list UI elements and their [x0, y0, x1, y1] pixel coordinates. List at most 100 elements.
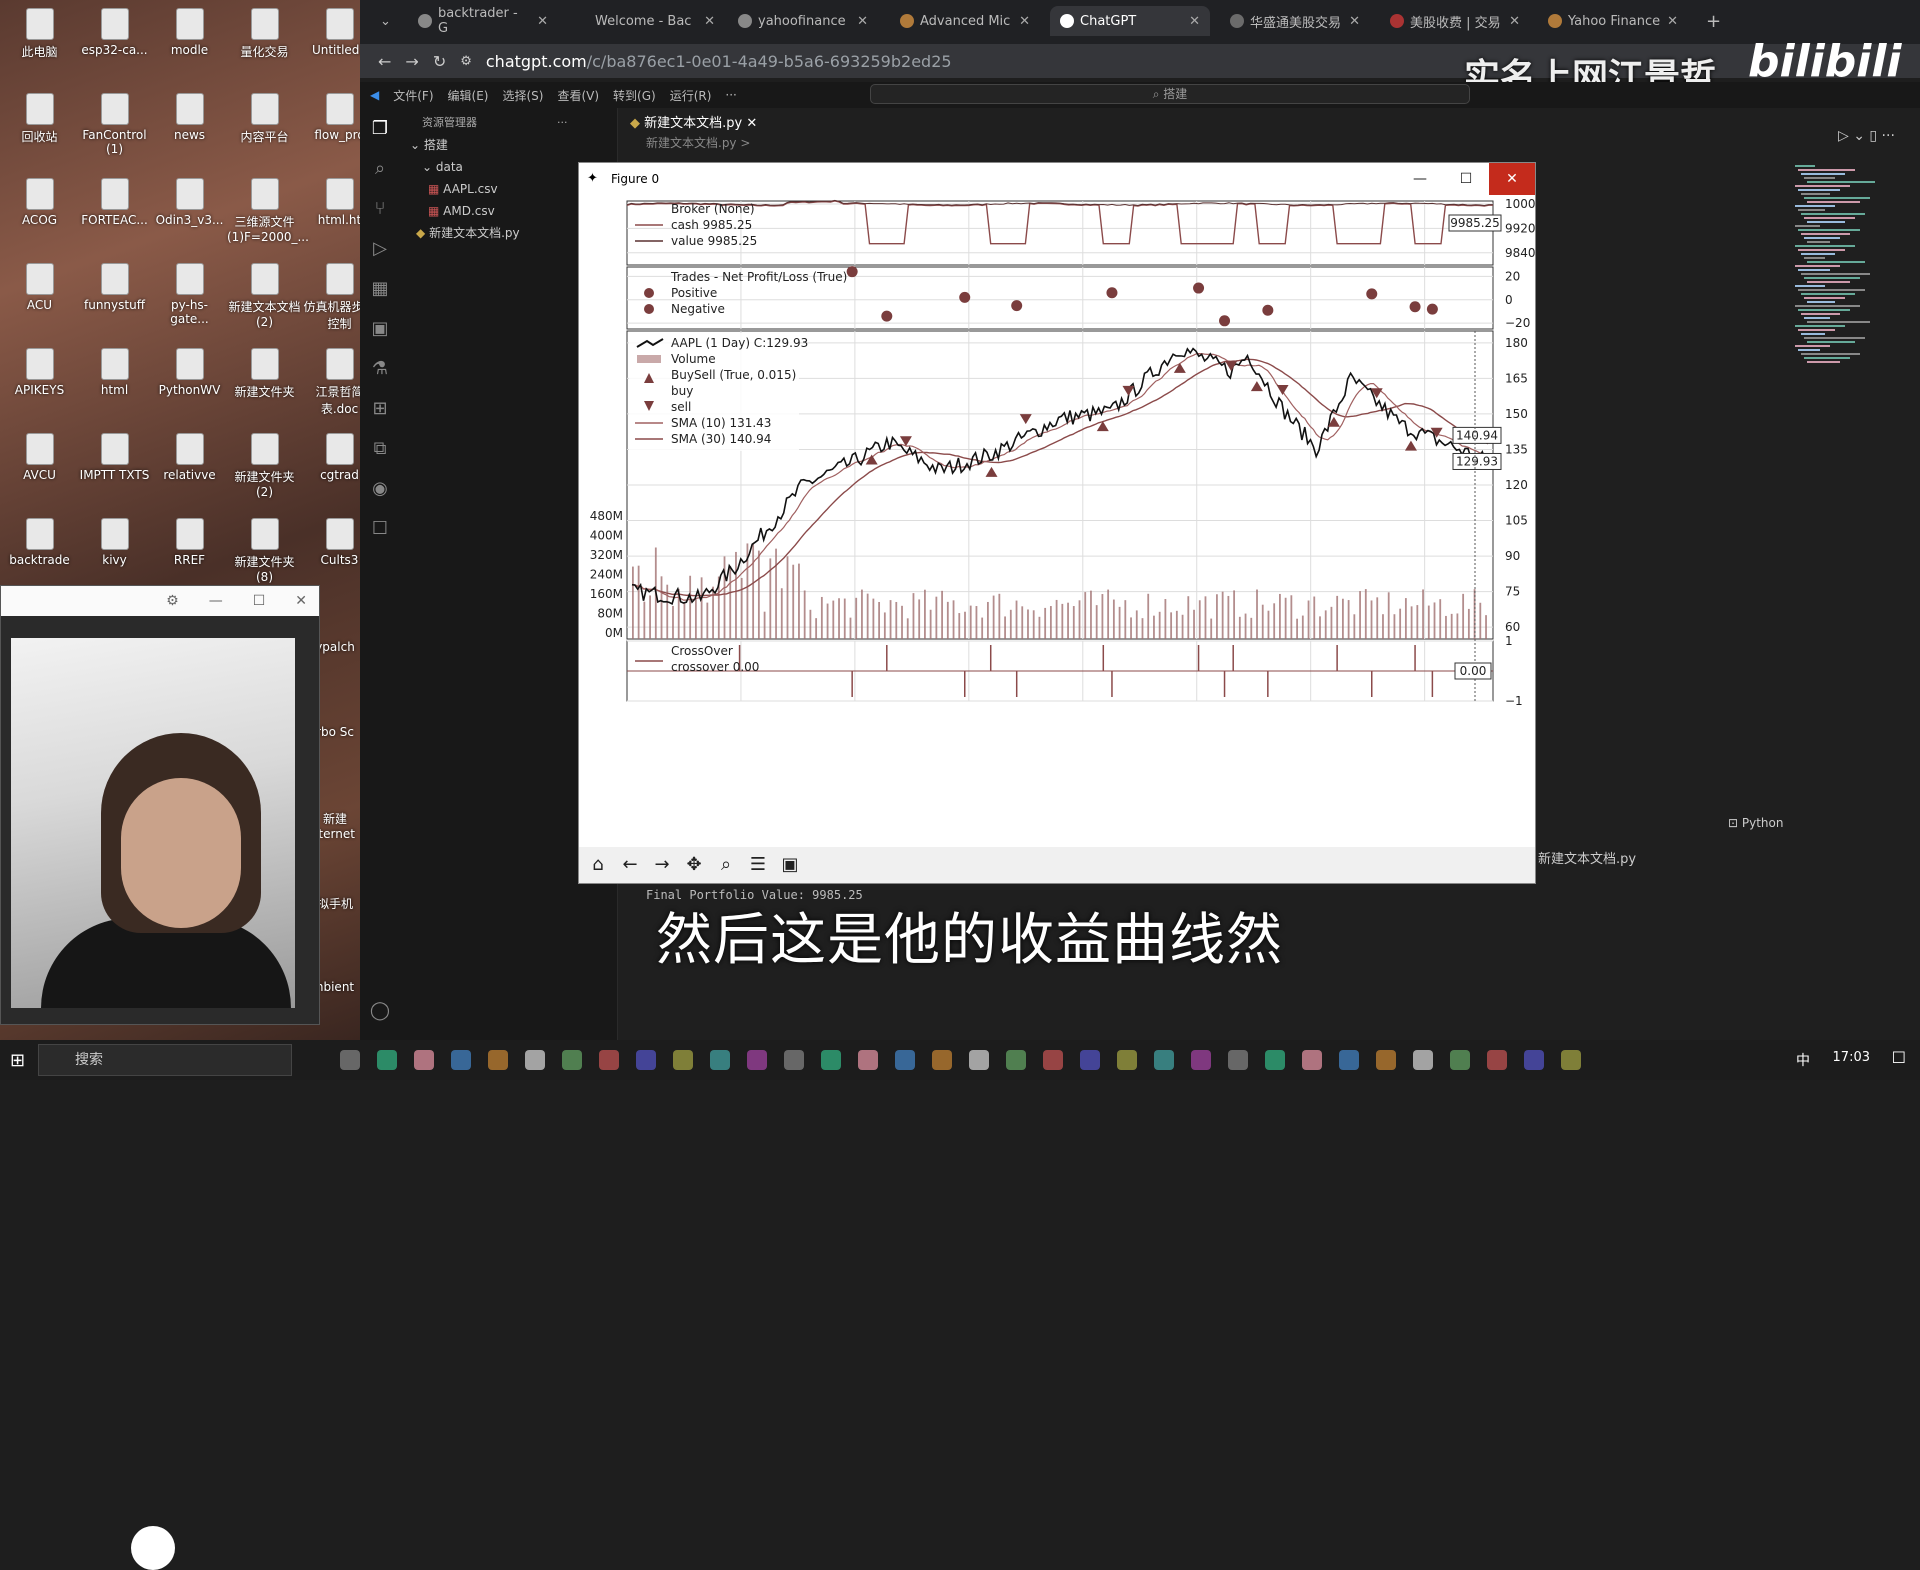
taskbar-app-icon[interactable]: [1080, 1050, 1100, 1070]
taskbar-app-icon[interactable]: [1302, 1050, 1322, 1070]
tab-meigu-fee[interactable]: 美股收费 | 交易 ✕: [1380, 6, 1530, 36]
tab-chatgpt[interactable]: ChatGPT ✕: [1050, 6, 1210, 36]
minimize-button[interactable]: —: [1397, 163, 1443, 195]
run-debug-icon[interactable]: ▷: [360, 228, 400, 268]
taskbar-app-icon[interactable]: [858, 1050, 878, 1070]
taskbar-app-icon[interactable]: [1154, 1050, 1174, 1070]
desktop-icon[interactable]: py-hs-gate...: [152, 263, 227, 326]
back-icon[interactable]: ←: [378, 52, 391, 71]
desktop-icon[interactable]: kivy: [77, 518, 152, 567]
explorer-icon[interactable]: ❐: [360, 108, 400, 148]
forward-icon[interactable]: →: [405, 52, 418, 71]
taskbar-app-icon[interactable]: [1376, 1050, 1396, 1070]
taskbar-app-icon[interactable]: [488, 1050, 508, 1070]
notification-icon[interactable]: ☐: [1892, 1048, 1906, 1067]
menu-more[interactable]: ···: [725, 88, 736, 102]
menu-run[interactable]: 运行(R): [670, 87, 712, 104]
taskbar-app-icon[interactable]: [969, 1050, 989, 1070]
taskbar-app-icon[interactable]: [1339, 1050, 1359, 1070]
tab-list-button[interactable]: ⌄: [370, 6, 410, 36]
desktop-icon[interactable]: modle: [152, 8, 227, 57]
windows-start-icon[interactable]: ⊞: [10, 1050, 25, 1071]
terminal-shell-python[interactable]: ⊡ Python: [1728, 816, 1783, 830]
desktop-icon[interactable]: esp32-ca...: [77, 8, 152, 57]
taskbar-clock[interactable]: 17:03: [1833, 1050, 1870, 1065]
account-icon[interactable]: ◯: [360, 990, 400, 1030]
configure-icon[interactable]: ☰: [745, 852, 771, 878]
desktop-icon[interactable]: ACOG: [2, 178, 77, 227]
maximize-button[interactable]: ☐: [253, 593, 266, 609]
desktop-icon[interactable]: APIKEYS: [2, 348, 77, 397]
taskbar-app-icon[interactable]: [932, 1050, 952, 1070]
editor-minimap[interactable]: [1795, 165, 1875, 365]
new-tab-button[interactable]: +: [1696, 6, 1726, 36]
close-tab-icon[interactable]: ✕: [1349, 14, 1360, 29]
desktop-icon[interactable]: Untitled2: [302, 8, 360, 57]
taskbar-app-icon[interactable]: [1006, 1050, 1026, 1070]
python-icon[interactable]: ⧉: [360, 428, 400, 468]
taskbar-app-icon[interactable]: [1265, 1050, 1285, 1070]
zoom-icon[interactable]: ⌕: [713, 852, 739, 878]
github-actions-icon[interactable]: ◉: [360, 468, 400, 508]
taskbar-app-icon[interactable]: [562, 1050, 582, 1070]
desktop-icon[interactable]: 新建文件夹 (8): [227, 518, 302, 584]
run-button[interactable]: ▷ ⌄ ▯ ···: [1838, 128, 1895, 144]
back-icon[interactable]: ←: [617, 852, 643, 878]
taskbar-app-icon[interactable]: [1228, 1050, 1248, 1070]
taskbar-app-icon[interactable]: [525, 1050, 545, 1070]
close-tab-icon[interactable]: ✕: [1019, 14, 1030, 29]
taskbar-app-icon[interactable]: [1561, 1050, 1581, 1070]
taskbar-app-icon[interactable]: [1191, 1050, 1211, 1070]
taskbar-app-icon[interactable]: [1450, 1050, 1470, 1070]
forward-icon[interactable]: →: [649, 852, 675, 878]
close-tab-icon[interactable]: ✕: [704, 14, 715, 29]
settings-icon[interactable]: ⚙: [166, 593, 179, 609]
close-button[interactable]: ✕: [295, 593, 307, 609]
desktop-icon[interactable]: 内容平台: [227, 93, 302, 145]
tab-yahoo-finance[interactable]: Yahoo Finance ✕: [1538, 6, 1688, 36]
desktop-icon[interactable]: AVCU: [2, 433, 77, 482]
desktop-icon[interactable]: IMPTT TXTS: [77, 433, 152, 482]
tab-advanced-micro[interactable]: Advanced Mic ✕: [890, 6, 1040, 36]
taskbar-app-icon[interactable]: [710, 1050, 730, 1070]
desktop-icon[interactable]: PythonWV: [152, 348, 227, 397]
extensions-icon[interactable]: ▦: [360, 268, 400, 308]
pan-icon[interactable]: ✥: [681, 852, 707, 878]
desktop-icon[interactable]: 新建文件夹: [227, 348, 302, 400]
tab-huashengtong[interactable]: 华盛通美股交易 ✕: [1220, 6, 1370, 36]
home-icon[interactable]: ⌂: [585, 852, 611, 878]
docker-icon[interactable]: ⊞: [360, 388, 400, 428]
menu-file[interactable]: 文件(F): [393, 87, 433, 104]
taskbar-app-icon[interactable]: [636, 1050, 656, 1070]
tab-welcome[interactable]: Welcome - Bac ✕: [585, 6, 725, 36]
desktop-icon[interactable]: Odin3_v3...: [152, 178, 227, 227]
menu-edit[interactable]: 编辑(E): [448, 87, 489, 104]
desktop-icon[interactable]: 三维源文件(1)F=2000_...: [227, 178, 309, 244]
editor-tab[interactable]: ◆ 新建文本文档.py ✕: [630, 112, 757, 131]
desktop-icon[interactable]: news: [152, 93, 227, 142]
close-tab-icon[interactable]: ✕: [537, 14, 548, 29]
tab-backtrader[interactable]: backtrader - G ✕: [408, 6, 558, 36]
close-button[interactable]: ✕: [1489, 163, 1535, 195]
taskbar-app-icon[interactable]: [821, 1050, 841, 1070]
taskbar-app-icon[interactable]: [1413, 1050, 1433, 1070]
search-icon[interactable]: ⌕: [360, 148, 400, 188]
desktop-icon[interactable]: Cults3: [302, 518, 360, 567]
menu-go[interactable]: 转到(G): [613, 87, 656, 104]
taskbar-app-icon[interactable]: [1043, 1050, 1063, 1070]
taskbar-app-icon[interactable]: [673, 1050, 693, 1070]
desktop-icon[interactable]: RREF: [152, 518, 227, 567]
desktop-icon[interactable]: funnystuff: [77, 263, 152, 312]
source-control-icon[interactable]: ⑂: [360, 188, 400, 228]
taskbar-app-icon[interactable]: [1524, 1050, 1544, 1070]
shutter-button[interactable]: [131, 1526, 175, 1570]
maximize-button[interactable]: ☐: [1443, 163, 1489, 195]
ime-indicator[interactable]: 中: [1796, 1050, 1810, 1070]
command-center-search[interactable]: ⌕ 搭建: [870, 84, 1470, 104]
taskbar-app-icon[interactable]: [747, 1050, 767, 1070]
close-tab-icon[interactable]: ✕: [746, 116, 757, 131]
desktop-icon[interactable]: FORTEAC...: [77, 178, 152, 227]
breadcrumb[interactable]: 新建文本文档.py >: [646, 134, 750, 151]
desktop-icon[interactable]: relativve: [152, 433, 227, 482]
desktop-icon[interactable]: ACU: [2, 263, 77, 312]
